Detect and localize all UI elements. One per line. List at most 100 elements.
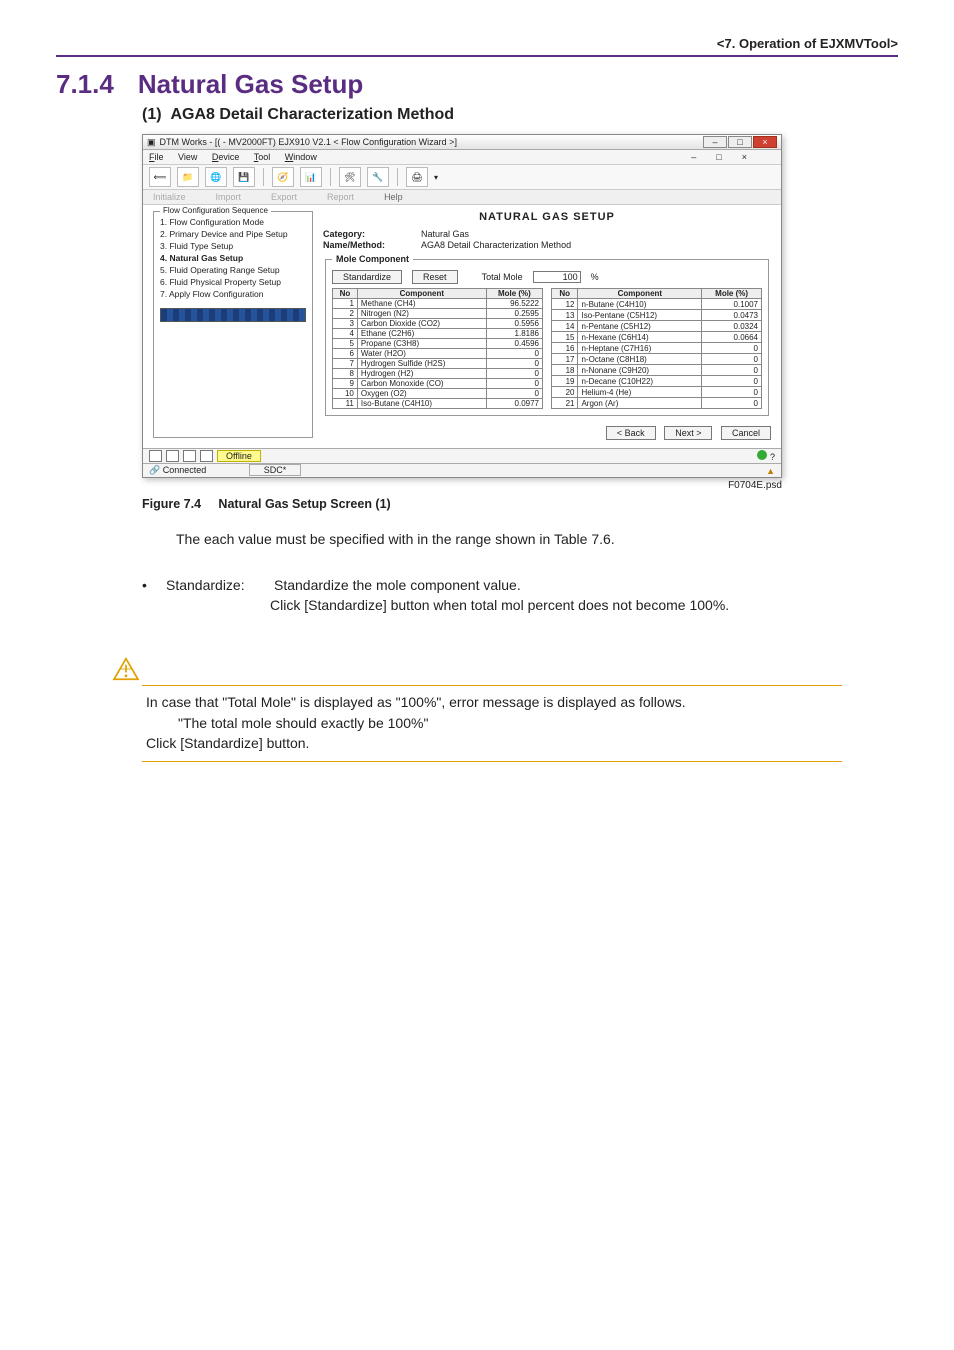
sequence-step[interactable]: 5. Fluid Operating Range Setup — [160, 264, 306, 276]
cell-mole-pct[interactable]: 0 — [486, 349, 542, 359]
toolbar-globe-icon[interactable]: 🌐 — [205, 167, 227, 187]
cell-mole-pct[interactable]: 0 — [702, 398, 762, 409]
cell-mole-pct[interactable]: 0.0664 — [702, 332, 762, 343]
component-table-right: No Component Mole (%) 12n-Butane (C4H10)… — [551, 288, 762, 409]
cell-no: 6 — [333, 349, 358, 359]
sequence-progress-bar — [160, 308, 306, 322]
cell-mole-pct[interactable]: 0 — [486, 359, 542, 369]
subtool-report: Report — [327, 192, 354, 202]
menu-window[interactable]: Window — [285, 152, 317, 162]
cell-mole-pct[interactable]: 0.0977 — [486, 399, 542, 409]
sequence-step[interactable]: 4. Natural Gas Setup — [160, 252, 306, 264]
cell-mole-pct[interactable]: 0.4596 — [486, 339, 542, 349]
cancel-button[interactable]: Cancel — [721, 426, 771, 440]
cell-component: n-Decane (C10H22) — [578, 376, 702, 387]
toolbar-print-icon[interactable]: 🖨 — [406, 167, 428, 187]
status-help-icon[interactable]: ? — [770, 452, 775, 462]
subtool-help[interactable]: Help — [384, 192, 403, 202]
menu-device[interactable]: Device — [212, 152, 240, 162]
statusbar-icon-1[interactable] — [149, 450, 162, 462]
range-note: The each value must be specified with in… — [176, 529, 878, 549]
cell-no: 9 — [333, 379, 358, 389]
toolbar-wizard-icon[interactable]: 🧭 — [272, 167, 294, 187]
window-minimize-button[interactable]: – — [703, 136, 727, 148]
back-button[interactable]: < Back — [606, 426, 656, 440]
cell-mole-pct[interactable]: 0.5956 — [486, 319, 542, 329]
mdi-close[interactable]: × — [738, 152, 751, 162]
panel-title: NATURAL GAS SETUP — [323, 211, 771, 223]
subtool-import: Import — [216, 192, 242, 202]
table-row: 4Ethane (C2H6)1.8186 — [333, 329, 543, 339]
cell-no: 8 — [333, 369, 358, 379]
note-line-3: Click [Standardize] button. — [146, 733, 838, 753]
table-row: 20Helium-4 (He)0 — [552, 387, 762, 398]
cell-mole-pct[interactable]: 0.2595 — [486, 309, 542, 319]
cell-mole-pct[interactable]: 0.1007 — [702, 299, 762, 310]
cell-component: n-Heptane (C7H16) — [578, 343, 702, 354]
cell-mole-pct[interactable]: 0 — [702, 343, 762, 354]
cell-no: 12 — [552, 299, 578, 310]
table-row: 21Argon (Ar)0 — [552, 398, 762, 409]
table-row: 12n-Butane (C4H10)0.1007 — [552, 299, 762, 310]
sequence-step[interactable]: 6. Fluid Physical Property Setup — [160, 276, 306, 288]
reset-button[interactable]: Reset — [412, 270, 458, 284]
toolbar-tool2-icon[interactable]: 🔧 — [367, 167, 389, 187]
toolbar-tool1-icon[interactable]: 🛠 — [339, 167, 361, 187]
table-row: 16n-Heptane (C7H16)0 — [552, 343, 762, 354]
cell-no: 2 — [333, 309, 358, 319]
menu-file[interactable]: File — [149, 152, 164, 162]
status-warn-icon: ▲ — [766, 466, 775, 476]
cell-component: Iso-Pentane (C5H12) — [578, 310, 702, 321]
cell-mole-pct[interactable]: 0 — [486, 389, 542, 399]
cell-no: 7 — [333, 359, 358, 369]
bullet-label: Standardize: — [166, 577, 264, 593]
cell-no: 1 — [333, 299, 358, 309]
cell-mole-pct[interactable]: 0 — [486, 369, 542, 379]
statusbar-icon-4[interactable] — [200, 450, 213, 462]
sequence-step[interactable]: 2. Primary Device and Pipe Setup — [160, 228, 306, 240]
cell-mole-pct[interactable]: 0 — [702, 365, 762, 376]
mdi-min[interactable]: – — [687, 152, 700, 162]
window-maximize-button[interactable]: □ — [728, 136, 752, 148]
table-row: 10Oxygen (O2)0 — [333, 389, 543, 399]
total-mole-value[interactable]: 100 — [533, 271, 581, 283]
table-row: 6Water (H2O)0 — [333, 349, 543, 359]
sequence-step[interactable]: 3. Fluid Type Setup — [160, 240, 306, 252]
note-box: In case that "Total Mole" is displayed a… — [142, 685, 842, 762]
cell-mole-pct[interactable]: 0 — [702, 354, 762, 365]
mdi-max[interactable]: □ — [712, 152, 725, 162]
standardize-button[interactable]: Standardize — [332, 270, 402, 284]
menu-tool[interactable]: Tool — [254, 152, 271, 162]
toolbar-open-icon[interactable]: 📁 — [177, 167, 199, 187]
table-row: 11Iso-Butane (C4H10)0.0977 — [333, 399, 543, 409]
sequence-step[interactable]: 7. Apply Flow Configuration — [160, 288, 306, 300]
statusbar-icon-2[interactable] — [166, 450, 179, 462]
wizard-nav: < Back Next > Cancel — [323, 428, 771, 438]
cell-mole-pct[interactable]: 96.5222 — [486, 299, 542, 309]
toolbar-back-icon[interactable]: ⟸ — [149, 167, 171, 187]
status-connected: Connected — [163, 465, 207, 475]
statusbar-icon-3[interactable] — [183, 450, 196, 462]
cell-mole-pct[interactable]: 0 — [486, 379, 542, 389]
note-icon — [112, 657, 140, 681]
sequence-step[interactable]: 1. Flow Configuration Mode — [160, 216, 306, 228]
bullet-desc: Standardize the mole component value. — [274, 577, 898, 593]
toolbar-save-icon[interactable]: 💾 — [233, 167, 255, 187]
menu-view[interactable]: View — [178, 152, 197, 162]
toolbar-chart-icon[interactable]: 📊 — [300, 167, 322, 187]
cell-mole-pct[interactable]: 0.0324 — [702, 321, 762, 332]
cell-no: 14 — [552, 321, 578, 332]
cell-mole-pct[interactable]: 1.8186 — [486, 329, 542, 339]
table-row: 19n-Decane (C10H22)0 — [552, 376, 762, 387]
cell-no: 21 — [552, 398, 578, 409]
cell-no: 4 — [333, 329, 358, 339]
next-button[interactable]: Next > — [664, 426, 712, 440]
cell-mole-pct[interactable]: 0.0473 — [702, 310, 762, 321]
window-title-bar: ▣ DTM Works - [( - MV2000FT) EJX910 V2.1… — [143, 135, 781, 150]
table-row: 14n-Pentane (C5H12)0.0324 — [552, 321, 762, 332]
cell-component: Hydrogen (H2) — [357, 369, 486, 379]
cell-mole-pct[interactable]: 0 — [702, 387, 762, 398]
cell-mole-pct[interactable]: 0 — [702, 376, 762, 387]
window-close-button[interactable]: × — [753, 136, 777, 148]
note-line-2: "The total mole should exactly be 100%" — [178, 713, 838, 733]
